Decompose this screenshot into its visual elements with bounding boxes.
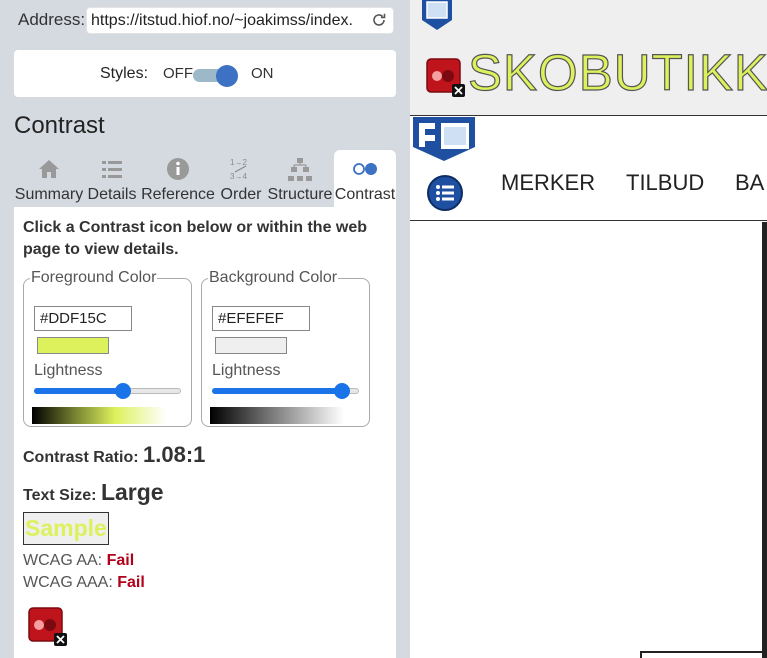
svg-text:1→2: 1→2: [230, 158, 247, 167]
toggle-knob[interactable]: [216, 65, 238, 87]
svg-text:3→4: 3→4: [230, 172, 247, 181]
tab-contrast[interactable]: Contrast: [334, 150, 396, 207]
background-legend: Background Color: [209, 269, 338, 286]
list-icon: [102, 161, 122, 178]
instructions-text: Click a Contrast icon below or within th…: [23, 219, 368, 258]
tab-details[interactable]: Details: [84, 150, 140, 207]
background-color-box: Background Color Lightness: [201, 269, 370, 427]
tab-label: Details: [87, 186, 137, 203]
slider-fill: [212, 388, 342, 394]
wcag-aaa-row: WCAG AAA: Fail: [23, 574, 145, 592]
sample-text: Sample: [23, 512, 109, 545]
nav-link-partial[interactable]: BA: [735, 170, 764, 196]
wcag-aa-result: Fail: [106, 552, 135, 569]
tab-label: Contrast: [334, 186, 396, 203]
info-icon: [167, 158, 189, 180]
tab-label: Structure: [267, 186, 333, 203]
styles-label: Styles:: [100, 65, 149, 82]
tab-label: Summary: [14, 186, 84, 203]
reload-icon[interactable]: [371, 12, 387, 28]
tab-label: Reference: [141, 186, 215, 203]
text-size-label: Text Size:: [23, 487, 97, 504]
accessibility-panel: Address: https://itstud.hiof.no/~joakims…: [0, 0, 410, 658]
content-border: [762, 222, 767, 658]
address-label: Address:: [18, 10, 86, 29]
region-header-icon[interactable]: [420, 0, 454, 30]
tab-bar: Summary Details Reference 1→2 3→4 Order: [14, 150, 396, 207]
tab-summary[interactable]: Summary: [14, 150, 84, 207]
styles-on-label: ON: [251, 65, 274, 82]
contrast-error-icon[interactable]: [426, 58, 466, 98]
background-hex-input[interactable]: [212, 306, 310, 331]
text-size-value: Large: [100, 479, 164, 505]
wcag-aaa-label: WCAG AAA:: [23, 574, 113, 591]
contrast-icon: [353, 163, 377, 175]
structure-icon: [288, 158, 312, 181]
foreground-swatch: [37, 337, 109, 354]
wcag-aa-row: WCAG AA: Fail: [23, 552, 134, 570]
tab-order[interactable]: 1→2 3→4 Order: [216, 150, 266, 207]
content-box-corner: [640, 651, 767, 658]
background-lightness-label: Lightness: [212, 362, 281, 379]
wcag-aaa-result: Fail: [117, 574, 145, 591]
main-content-area: [410, 222, 767, 658]
styles-toggle-switch[interactable]: [191, 65, 241, 87]
background-lightness-gradient: [210, 407, 344, 424]
tab-label: Order: [220, 186, 262, 203]
slider-fill: [34, 388, 123, 394]
wcag-aa-label: WCAG AA:: [23, 552, 103, 569]
text-size: Text Size: Large: [23, 479, 164, 506]
foreground-lightness-slider[interactable]: [34, 383, 181, 399]
background-lightness-slider[interactable]: [212, 383, 359, 399]
tab-reference[interactable]: Reference: [140, 150, 216, 207]
address-row: Address: https://itstud.hiof.no/~joakims…: [0, 0, 410, 42]
background-swatch: [215, 337, 287, 354]
foreground-lightness-label: Lightness: [34, 362, 103, 379]
foreground-color-box: Foreground Color Lightness: [23, 269, 192, 427]
web-page: SKOBUTIKK MERKER TILBUD BA: [410, 0, 767, 658]
foreground-lightness-gradient: [32, 407, 166, 424]
slider-thumb[interactable]: [334, 383, 350, 399]
address-url[interactable]: https://itstud.hiof.no/~joakimss/index.: [91, 12, 369, 30]
home-icon: [39, 160, 59, 178]
styles-off-label: OFF: [163, 65, 193, 82]
contrast-ratio-value: 1.08:1: [143, 442, 206, 467]
contrast-ratio-label: Contrast Ratio:: [23, 449, 139, 466]
slider-thumb[interactable]: [115, 383, 131, 399]
address-field[interactable]: https://itstud.hiof.no/~joakimss/index.: [86, 7, 394, 34]
nav-link-merker[interactable]: MERKER: [501, 170, 595, 196]
nav-link-tilbud[interactable]: TILBUD: [626, 170, 704, 196]
foreground-hex-input[interactable]: [34, 306, 132, 331]
tab-structure[interactable]: Structure: [266, 150, 334, 207]
contrast-content: Click a Contrast icon below or within th…: [14, 207, 396, 658]
order-icon: 1→2 3→4: [230, 158, 247, 181]
region-navigation-icon[interactable]: [413, 117, 477, 161]
list-region-icon[interactable]: [426, 174, 464, 212]
foreground-legend: Foreground Color: [31, 269, 157, 286]
styles-toggle-card: Styles: OFF ON: [14, 50, 396, 97]
contrast-ratio: Contrast Ratio: 1.08:1: [23, 442, 205, 468]
contrast-error-icon[interactable]: [28, 607, 68, 647]
site-title: SKOBUTIKK: [467, 43, 767, 101]
section-title: Contrast: [14, 112, 105, 139]
